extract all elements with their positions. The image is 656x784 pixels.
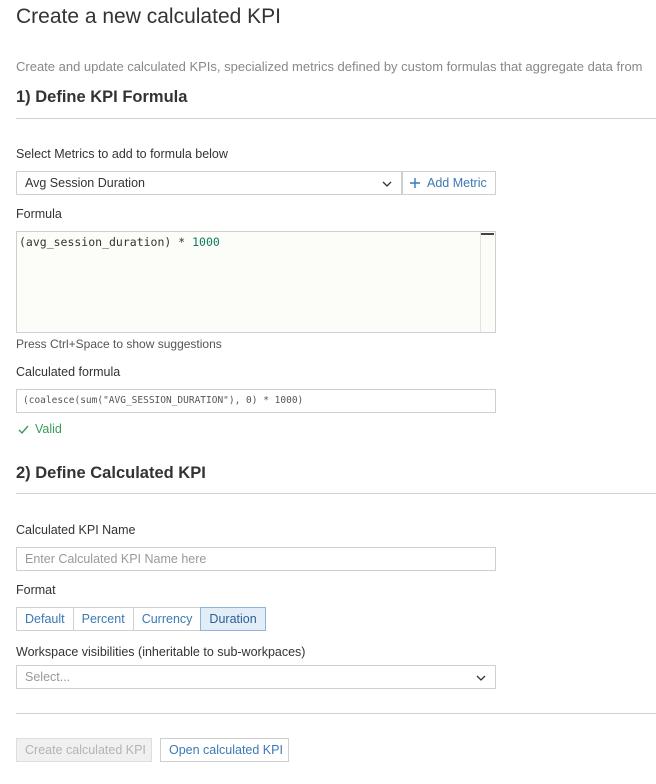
page-description: Create and update calculated KPIs, speci…	[16, 59, 643, 74]
page-title: Create a new calculated KPI	[16, 5, 281, 28]
calculated-formula-field: (coalesce(sum("AVG_SESSION_DURATION"), 0…	[16, 389, 496, 413]
create-kpi-button[interactable]: Create calculated KPI	[16, 738, 152, 762]
visibility-label: Workspace visibilities (inheritable to s…	[16, 645, 306, 659]
format-button-group: Default Percent Currency Duration	[16, 607, 266, 631]
formula-code: (avg_session_duration) * 1000	[19, 235, 220, 249]
select-metrics-label: Select Metrics to add to formula below	[16, 147, 228, 161]
calculated-formula-value: (coalesce(sum("AVG_SESSION_DURATION"), 0…	[23, 395, 304, 406]
suggestions-hint: Press Ctrl+Space to show suggestions	[16, 337, 222, 351]
section-divider	[16, 493, 656, 494]
plus-icon	[410, 178, 420, 188]
section-title-define-kpi: 2) Define Calculated KPI	[16, 464, 206, 482]
validation-status: Valid	[18, 422, 62, 436]
metric-select[interactable]: Avg Session Duration	[16, 171, 402, 195]
calculated-formula-label: Calculated formula	[16, 365, 121, 379]
validation-label: Valid	[35, 422, 62, 436]
add-metric-button[interactable]: Add Metric	[402, 171, 496, 195]
visibility-select[interactable]: Select...	[16, 665, 496, 689]
formula-expression: (avg_session_duration) *	[19, 235, 193, 249]
format-currency-button[interactable]: Currency	[132, 607, 202, 631]
kpi-name-label: Calculated KPI Name	[16, 523, 136, 537]
editor-scrollbar[interactable]	[480, 232, 495, 332]
section-divider	[16, 118, 656, 119]
chevron-down-icon	[382, 181, 392, 187]
formula-number: 1000	[192, 235, 220, 249]
visibility-select-placeholder: Select...	[25, 670, 71, 684]
format-label: Format	[16, 583, 56, 597]
add-metric-label: Add Metric	[427, 176, 487, 190]
open-kpi-button[interactable]: Open calculated KPI	[160, 738, 289, 762]
formula-label: Formula	[16, 207, 62, 221]
chevron-down-icon	[476, 675, 486, 681]
format-default-button[interactable]: Default	[16, 607, 74, 631]
section-title-define-formula: 1) Define KPI Formula	[16, 88, 188, 106]
format-duration-button[interactable]: Duration	[200, 607, 266, 631]
kpi-name-input[interactable]	[16, 547, 496, 571]
editor-scrollbar-thumb[interactable]	[481, 233, 494, 235]
footer-divider	[16, 713, 656, 714]
format-percent-button[interactable]: Percent	[72, 607, 134, 631]
formula-editor[interactable]: (avg_session_duration) * 1000	[16, 231, 496, 333]
check-icon	[18, 425, 29, 435]
metric-select-value: Avg Session Duration	[25, 176, 145, 190]
